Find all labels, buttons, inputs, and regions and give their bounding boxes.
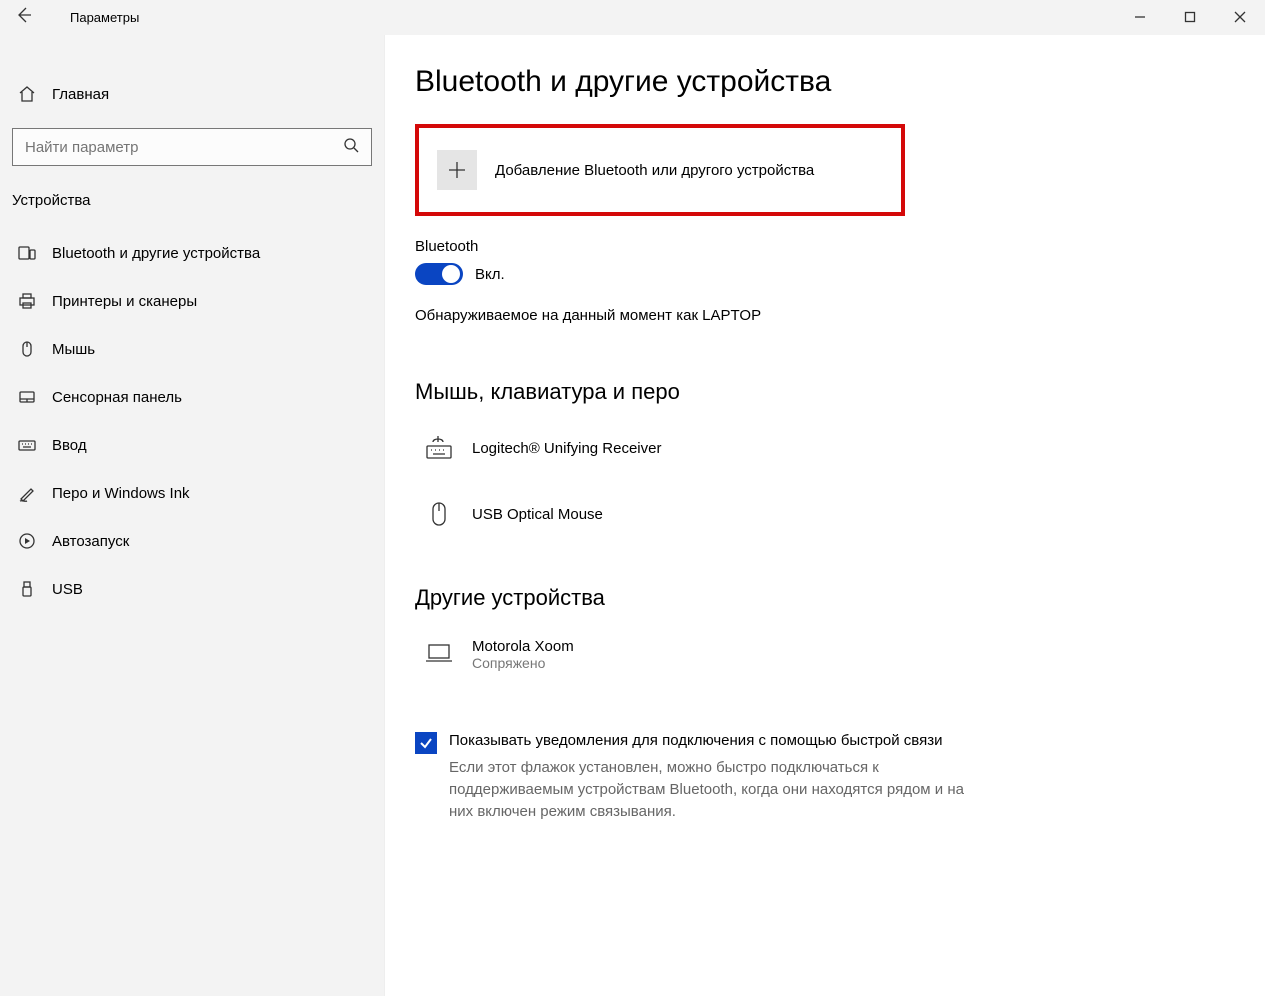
close-button[interactable]	[1215, 10, 1265, 26]
bluetooth-label: Bluetooth	[415, 238, 1225, 255]
usb-icon	[15, 577, 39, 601]
sidebar-item-label: Мышь	[52, 341, 95, 358]
keyboard-device-icon	[420, 429, 458, 467]
device-row[interactable]: Motorola Xoom Сопряжено	[415, 629, 1225, 695]
sidebar-item-label: Перо и Windows Ink	[52, 485, 190, 502]
device-name: USB Optical Mouse	[472, 506, 603, 523]
group-mouse-keyboard: Мышь, клавиатура и перо	[415, 379, 1225, 405]
sidebar: Главная Устройства Bluetooth и другие ус…	[0, 35, 385, 996]
device-name: Motorola Xoom	[472, 638, 574, 655]
search-input[interactable]	[13, 139, 331, 156]
sidebar-item-label: USB	[52, 581, 83, 598]
mouse-icon	[15, 337, 39, 361]
minimize-button[interactable]	[1115, 10, 1165, 26]
pen-icon	[15, 481, 39, 505]
discoverable-text: Обнаруживаемое на данный момент как LAPT…	[415, 307, 1225, 324]
devices-icon	[15, 241, 39, 265]
quick-pair-description: Если этот флажок установлен, можно быстр…	[449, 757, 989, 822]
sidebar-item-label: Ввод	[52, 437, 87, 454]
add-device-button[interactable]: Добавление Bluetooth или другого устройс…	[415, 124, 905, 216]
sidebar-section: Устройства	[0, 184, 384, 229]
sidebar-item-pen[interactable]: Перо и Windows Ink	[0, 469, 384, 517]
sidebar-item-label: Bluetooth и другие устройства	[52, 245, 260, 262]
sidebar-item-printers[interactable]: Принтеры и сканеры	[0, 277, 384, 325]
quick-pair-checkbox[interactable]	[415, 732, 437, 754]
device-status: Сопряжено	[472, 655, 574, 671]
sidebar-item-usb[interactable]: USB	[0, 565, 384, 613]
autoplay-icon	[15, 529, 39, 553]
home-icon	[15, 82, 39, 106]
bluetooth-state: Вкл.	[475, 266, 505, 283]
add-device-label: Добавление Bluetooth или другого устройс…	[495, 162, 814, 179]
group-other-devices: Другие устройства	[415, 585, 1225, 611]
mouse-device-icon	[420, 495, 458, 533]
device-row[interactable]: Logitech® Unifying Receiver	[415, 423, 1225, 489]
plus-icon	[437, 150, 477, 190]
back-button[interactable]	[0, 6, 45, 29]
sidebar-home-label: Главная	[52, 86, 109, 103]
page-title: Bluetooth и другие устройства	[415, 65, 1225, 99]
keyboard-icon	[15, 433, 39, 457]
titlebar: Параметры	[0, 0, 1265, 35]
search-icon	[331, 137, 371, 158]
touchpad-icon	[15, 385, 39, 409]
sidebar-item-typing[interactable]: Ввод	[0, 421, 384, 469]
printer-icon	[15, 289, 39, 313]
sidebar-item-touchpad[interactable]: Сенсорная панель	[0, 373, 384, 421]
bluetooth-toggle[interactable]	[415, 263, 463, 285]
main-content: Bluetooth и другие устройства Добавление…	[385, 35, 1265, 996]
laptop-device-icon	[420, 635, 458, 673]
device-name: Logitech® Unifying Receiver	[472, 440, 661, 457]
device-row[interactable]: USB Optical Mouse	[415, 489, 1225, 555]
sidebar-home[interactable]: Главная	[0, 70, 384, 118]
sidebar-item-mouse[interactable]: Мышь	[0, 325, 384, 373]
quick-pair-label: Показывать уведомления для подключения с…	[449, 730, 959, 751]
window-title: Параметры	[70, 10, 139, 25]
sidebar-item-autoplay[interactable]: Автозапуск	[0, 517, 384, 565]
sidebar-item-label: Сенсорная панель	[52, 389, 182, 406]
search-box[interactable]	[12, 128, 372, 166]
maximize-button[interactable]	[1165, 10, 1215, 26]
sidebar-item-bluetooth[interactable]: Bluetooth и другие устройства	[0, 229, 384, 277]
sidebar-item-label: Принтеры и сканеры	[52, 293, 197, 310]
sidebar-item-label: Автозапуск	[52, 533, 129, 550]
